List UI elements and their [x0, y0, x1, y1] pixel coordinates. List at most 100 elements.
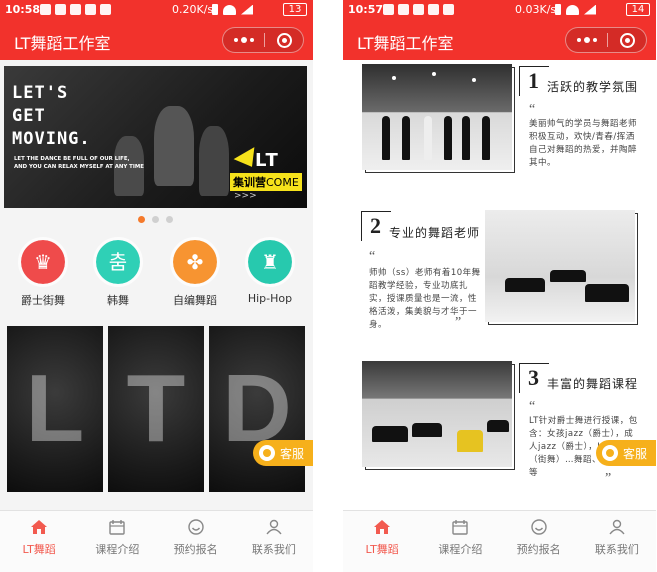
- carousel-dot[interactable]: [152, 216, 159, 223]
- smile-icon: [530, 519, 547, 535]
- feature-card[interactable]: D: [209, 326, 305, 492]
- feature-card[interactable]: T: [108, 326, 204, 492]
- category-icon-bg: ♛: [18, 237, 68, 287]
- carousel-dot[interactable]: [138, 216, 145, 223]
- image-icon: [100, 4, 111, 15]
- customer-service-button[interactable]: 客服: [596, 440, 656, 466]
- headset-icon: [259, 445, 275, 461]
- stretching-dancer: [487, 420, 509, 432]
- banner-line: MOVING.: [12, 129, 91, 149]
- section-description: 师帅（ss）老师有着10年舞蹈教学经验，专业功底扎实，授课质量也是一流，性格活泼…: [369, 268, 481, 330]
- mail-icon: [85, 4, 96, 15]
- category-choreography[interactable]: ✤ 自编舞蹈: [160, 237, 230, 308]
- banner-arrows: >>>: [234, 191, 257, 201]
- feature-section-1: 1 活跃的教学氛围 “ 美丽帅气的学员与舞蹈老师积极互动，欢快/青春/挥洒自己对…: [343, 60, 656, 180]
- bluetooth-icon: [212, 4, 218, 15]
- banner-subtitle: LET THE DANCE BE FULL OF OUR LIFE, AND Y…: [14, 156, 144, 170]
- customer-service-label: 客服: [623, 447, 648, 461]
- class-photo: [362, 64, 512, 170]
- dancer-silhouette: [402, 116, 410, 160]
- stretching-dancer: [550, 270, 586, 282]
- mail-icon: [443, 4, 454, 15]
- wifi-icon: [566, 4, 579, 15]
- promo-banner[interactable]: LET'S GET MOVING. LET THE DANCE BE FULL …: [4, 66, 307, 208]
- category-kpop[interactable]: 춤 韩舞: [83, 237, 153, 308]
- close-mini-program-icon[interactable]: [277, 33, 292, 48]
- mini-program-capsule: [222, 27, 304, 53]
- hiphop-dancer-icon: ♜: [261, 250, 279, 274]
- section-description: 美丽帅气的学员与舞蹈老师积极互动，欢快/青春/挥洒自己对舞蹈的热爱，并陶醉其中。: [529, 119, 638, 168]
- system-icons: [555, 4, 596, 15]
- tab-booking[interactable]: 预约报名: [157, 511, 235, 572]
- tab-label: 预约报名: [173, 543, 218, 556]
- quote-open: “: [529, 399, 536, 414]
- ceiling-light: [432, 72, 436, 76]
- phone-screen-about: 10:57 0.03K/s 14 LT舞蹈工作室 1 活跃的教学氛围 “ 美丽帅…: [343, 0, 656, 572]
- dancer-silhouette: [444, 116, 452, 160]
- tab-label: 联系我们: [594, 543, 639, 556]
- capsule-divider: [607, 33, 608, 47]
- signal-icon: [241, 4, 253, 15]
- status-bar: 10:57 0.03K/s 14: [343, 0, 656, 20]
- banner-tag-en: COME: [266, 176, 299, 189]
- user-icon: [609, 519, 625, 535]
- status-bar: 10:58 0.20K/s 13: [0, 0, 313, 20]
- dancer-figure: [154, 106, 194, 186]
- section-title: 活跃的教学氛围: [547, 80, 639, 94]
- more-menu-icon[interactable]: [566, 28, 607, 52]
- chat-icon: [55, 4, 66, 15]
- tab-courses[interactable]: 课程介绍: [421, 511, 499, 572]
- quote-close: ”: [605, 471, 612, 486]
- category-hiphop[interactable]: ♜ Hip-Hop: [235, 237, 305, 305]
- class-photo: [362, 361, 512, 467]
- card-letter: D: [222, 355, 292, 462]
- card-letter: T: [126, 355, 186, 462]
- smile-icon: [187, 519, 204, 535]
- tab-courses[interactable]: 课程介绍: [78, 511, 156, 572]
- carousel-indicator: [138, 216, 173, 223]
- clipboard-icon: [383, 4, 394, 15]
- category-jazz-street[interactable]: ♛ 爵士街舞: [8, 237, 78, 308]
- dancer-silhouette: [382, 116, 390, 160]
- signal-icon: [584, 4, 596, 15]
- carousel-dot[interactable]: [166, 216, 173, 223]
- category-icon-bg: 춤: [93, 237, 143, 287]
- section-title: 丰富的舞蹈课程: [547, 377, 639, 391]
- card-letter: L: [25, 355, 85, 462]
- notification-icons: [383, 4, 454, 15]
- tab-booking[interactable]: 预约报名: [500, 511, 578, 572]
- tab-contact[interactable]: 联系我们: [578, 511, 656, 572]
- stretching-dancer: [585, 284, 629, 302]
- upload-icon: [428, 4, 439, 15]
- tab-label: 课程介绍: [438, 543, 483, 556]
- feature-card[interactable]: L: [7, 326, 103, 492]
- banner-lt-text: LT: [255, 150, 280, 171]
- headset-icon: [602, 445, 618, 461]
- home-icon: [374, 520, 391, 534]
- stretching-dancer: [412, 423, 442, 437]
- flower-icon: ✤: [186, 250, 204, 274]
- korean-dance-icon: 춤: [108, 250, 128, 274]
- tab-home[interactable]: LT舞蹈: [343, 511, 421, 572]
- close-mini-program-icon[interactable]: [620, 33, 635, 48]
- message-icon: [413, 4, 424, 15]
- app-header: LT舞蹈工作室: [0, 20, 313, 60]
- stretching-dancer: [372, 426, 408, 442]
- stretching-dancer: [505, 278, 545, 292]
- battery-icon: 13: [283, 3, 307, 16]
- tab-contact[interactable]: 联系我们: [235, 511, 313, 572]
- category-label: 韩舞: [107, 294, 129, 307]
- tab-home[interactable]: LT舞蹈: [0, 511, 78, 572]
- category-grid: ♛ 爵士街舞 춤 韩舞 ✤ 自编舞蹈 ♜ Hip-Hop: [0, 237, 313, 314]
- more-menu-icon[interactable]: [223, 28, 264, 52]
- featured-cards: L T D: [7, 326, 313, 492]
- chat-icon: [398, 4, 409, 15]
- bottom-tab-bar: LT舞蹈 课程介绍 预约报名 联系我们: [0, 510, 313, 572]
- customer-service-button[interactable]: 客服: [253, 440, 313, 466]
- banner-line: LET'S: [12, 83, 69, 103]
- battery-icon: 14: [626, 3, 650, 16]
- tab-label: LT舞蹈: [22, 543, 56, 556]
- status-time: 10:58: [5, 3, 41, 16]
- category-icon-bg: ✤: [170, 237, 220, 287]
- tab-label: LT舞蹈: [365, 543, 399, 556]
